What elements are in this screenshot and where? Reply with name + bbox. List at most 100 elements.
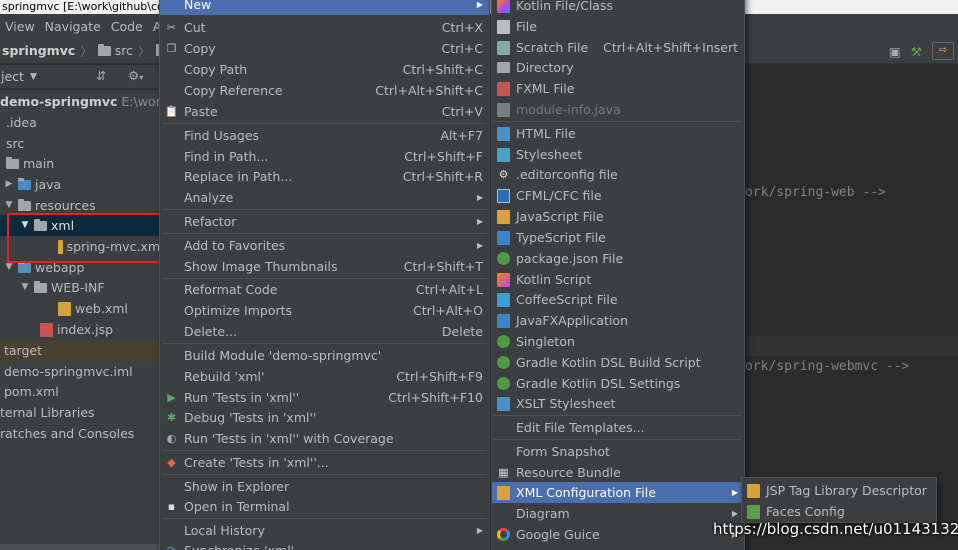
submenu-arrow-icon: ▶	[476, 241, 483, 250]
new-item-coffeescript[interactable]: CoffeeScript File	[492, 289, 744, 310]
horizontal-scrollbar[interactable]	[0, 544, 160, 550]
create-test-icon: ◆	[167, 456, 176, 469]
menu-item-show-in-explorer[interactable]: Show in Explorer	[160, 476, 489, 497]
new-item-scratch-file[interactable]: Scratch File Ctrl+Alt+Shift+Insert	[492, 37, 744, 58]
fxml-file-icon	[497, 81, 510, 96]
menu-separator	[162, 450, 487, 451]
folder-icon	[97, 43, 111, 56]
tree-item-src[interactable]: src	[0, 133, 160, 154]
new-item-gradle-build-script[interactable]: Gradle Kotlin DSL Build Script	[492, 352, 744, 373]
tree-item-index-jsp[interactable]: index.jsp	[0, 319, 160, 340]
project-view-selector[interactable]: ject	[1, 69, 24, 84]
new-item-google-guice[interactable]: Google Guice ▶	[492, 524, 744, 545]
new-item-kotlin-script[interactable]: Kotlin Script	[492, 269, 744, 290]
menu-item-replace-in-path[interactable]: Replace in Path... Ctrl+Shift+R	[160, 166, 489, 187]
menu-item-run-tests[interactable]: ▶ Run 'Tests in 'xml'' Ctrl+Shift+F10	[160, 387, 489, 408]
window-icon[interactable]: ▣	[889, 44, 901, 59]
menu-item-paste[interactable]: 📋 Paste Ctrl+V	[160, 101, 489, 122]
menu-item-cut[interactable]: ✂ Cut Ctrl+X	[160, 17, 489, 38]
new-item-xml-configuration-file[interactable]: XML Configuration File ▶	[492, 482, 744, 503]
tree-item-external-libraries[interactable]: ternal Libraries	[0, 402, 160, 423]
new-item-package-json[interactable]: package.json File	[492, 248, 744, 269]
new-item-html-file[interactable]: HTML File	[492, 123, 744, 144]
collapse-all-icon[interactable]: ⇵	[96, 68, 106, 83]
tree-item-iml[interactable]: demo-springmvc.iml	[0, 361, 160, 382]
new-item-edit-file-templates[interactable]: Edit File Templates...	[492, 417, 744, 438]
menu-item-new[interactable]: New ▶	[160, 0, 489, 15]
menu-item-copy-path[interactable]: Copy Path Ctrl+Shift+C	[160, 59, 489, 80]
build-hammer-icon[interactable]: ⚒	[911, 44, 922, 59]
tree-item-java[interactable]: ▶ java	[0, 174, 160, 195]
menu-item-rebuild[interactable]: Rebuild 'xml' Ctrl+Shift+F9	[160, 366, 489, 387]
new-item-module-info[interactable]: module-info.java	[492, 99, 744, 120]
menu-item-find-in-path[interactable]: Find in Path... Ctrl+Shift+F	[160, 146, 489, 167]
menu-item-build-module[interactable]: Build Module 'demo-springmvc'	[160, 345, 489, 366]
submenu-arrow-icon: ▶	[476, 193, 483, 202]
jsp-file-icon	[40, 322, 53, 337]
menu-separator	[494, 439, 742, 440]
new-item-resource-bundle[interactable]: ▦ Resource Bundle	[492, 462, 744, 483]
menu-code[interactable]: Code	[106, 19, 148, 34]
menu-item-add-to-favorites[interactable]: Add to Favorites ▶	[160, 235, 489, 256]
tree-item-root[interactable]: demo-springmvc E:\work\git	[0, 91, 189, 112]
menu-item-copy[interactable]: ❐ Copy Ctrl+C	[160, 38, 489, 59]
breadcrumb-project[interactable]: springmvc	[0, 43, 77, 58]
tree-item-web-xml[interactable]: web.xml	[0, 298, 160, 319]
new-item-javafx[interactable]: JavaFXApplication	[492, 310, 744, 331]
collapse-arrow-icon[interactable]: ▼	[20, 277, 30, 298]
new-item-directory[interactable]: Directory	[492, 57, 744, 78]
menu-navigate[interactable]: Navigate	[40, 19, 106, 34]
menu-item-copy-reference[interactable]: Copy Reference Ctrl+Alt+Shift+C	[160, 80, 489, 101]
gradle-icon	[497, 377, 510, 390]
new-item-stylesheet[interactable]: Stylesheet	[492, 144, 744, 165]
breadcrumb-src[interactable]: src	[96, 43, 135, 58]
tree-item-idea[interactable]: .idea	[0, 112, 160, 133]
new-item-file[interactable]: File	[492, 16, 744, 37]
new-item-kotlin-file[interactable]: Kotlin File/Class	[492, 0, 744, 16]
menu-item-run-with-coverage[interactable]: ◐ Run 'Tests in 'xml'' with Coverage	[160, 428, 489, 449]
xml-item-faces-config[interactable]: Faces Config	[742, 501, 936, 522]
new-item-typescript-file[interactable]: TypeScript File	[492, 227, 744, 248]
menu-item-synchronize[interactable]: ⟳Synchronize 'xml'	[160, 540, 489, 550]
menu-item-reformat-code[interactable]: Reformat Code Ctrl+Alt+L	[160, 279, 489, 300]
new-item-editorconfig[interactable]: ⚙ .editorconfig file	[492, 164, 744, 185]
web-folder-icon	[18, 260, 31, 273]
tree-item-web-inf[interactable]: ▼ WEB-INF	[0, 277, 160, 298]
new-item-form-snapshot[interactable]: Form Snapshot	[492, 441, 744, 462]
tree-item-target[interactable]: target	[0, 340, 160, 361]
xml-item-jsp-tag-library[interactable]: JSP Tag Library Descriptor	[742, 480, 936, 501]
expand-arrow-icon[interactable]: ▶	[4, 174, 14, 195]
tree-item-pom-xml[interactable]: pom.xml	[0, 381, 160, 402]
new-item-fxml-file[interactable]: FXML File	[492, 78, 744, 99]
menu-item-analyze[interactable]: Analyze ▶	[160, 187, 489, 208]
new-item-xslt-stylesheet[interactable]: XSLT Stylesheet	[492, 393, 744, 414]
tree-item-scratches[interactable]: ratches and Consoles	[0, 423, 160, 444]
menu-item-create-tests[interactable]: ◆ Create 'Tests in 'xml''...	[160, 452, 489, 473]
new-item-javascript-file[interactable]: JavaScript File	[492, 206, 744, 227]
new-item-gradle-settings[interactable]: Gradle Kotlin DSL Settings	[492, 373, 744, 394]
resource-bundle-icon: ▦	[498, 466, 509, 479]
new-item-cfml-file[interactable]: CFML/CFC file	[492, 185, 744, 206]
menu-view[interactable]: View	[0, 19, 40, 34]
menu-item-optimize-imports[interactable]: Optimize Imports Ctrl+Alt+O	[160, 300, 489, 321]
project-panel-header: ject ▼ ⇵ ⚙▾	[0, 65, 160, 89]
dropdown-arrow-icon[interactable]: ▼	[30, 72, 37, 82]
menu-item-local-history[interactable]: Local History ▶	[160, 520, 489, 541]
submenu-arrow-icon: ▶	[731, 488, 738, 497]
new-item-singleton[interactable]: Singleton	[492, 331, 744, 352]
new-item-diagram[interactable]: Diagram ▶	[492, 503, 744, 524]
tree-item-main[interactable]: main	[0, 153, 160, 174]
menu-item-refactor[interactable]: Refactor ▶	[160, 211, 489, 232]
gear-icon[interactable]: ⚙▾	[128, 68, 143, 83]
module-info-icon	[497, 102, 510, 117]
chevron-right-icon: 〉	[80, 44, 93, 59]
kotlin-file-icon	[497, 0, 510, 13]
menu-item-open-in-terminal[interactable]: ▪ Open in Terminal	[160, 496, 489, 517]
xml-config-icon	[497, 485, 510, 500]
menu-item-find-usages[interactable]: Find Usages Alt+F7	[160, 125, 489, 146]
menu-item-delete[interactable]: Delete... Delete	[160, 321, 489, 342]
menu-item-debug-tests[interactable]: ✱ Debug 'Tests in 'xml''	[160, 407, 489, 428]
menu-item-show-image-thumbnails[interactable]: Show Image Thumbnails Ctrl+Shift+T	[160, 256, 489, 277]
cfml-icon	[497, 188, 510, 203]
run-config-icon[interactable]: ⇨	[932, 42, 954, 60]
